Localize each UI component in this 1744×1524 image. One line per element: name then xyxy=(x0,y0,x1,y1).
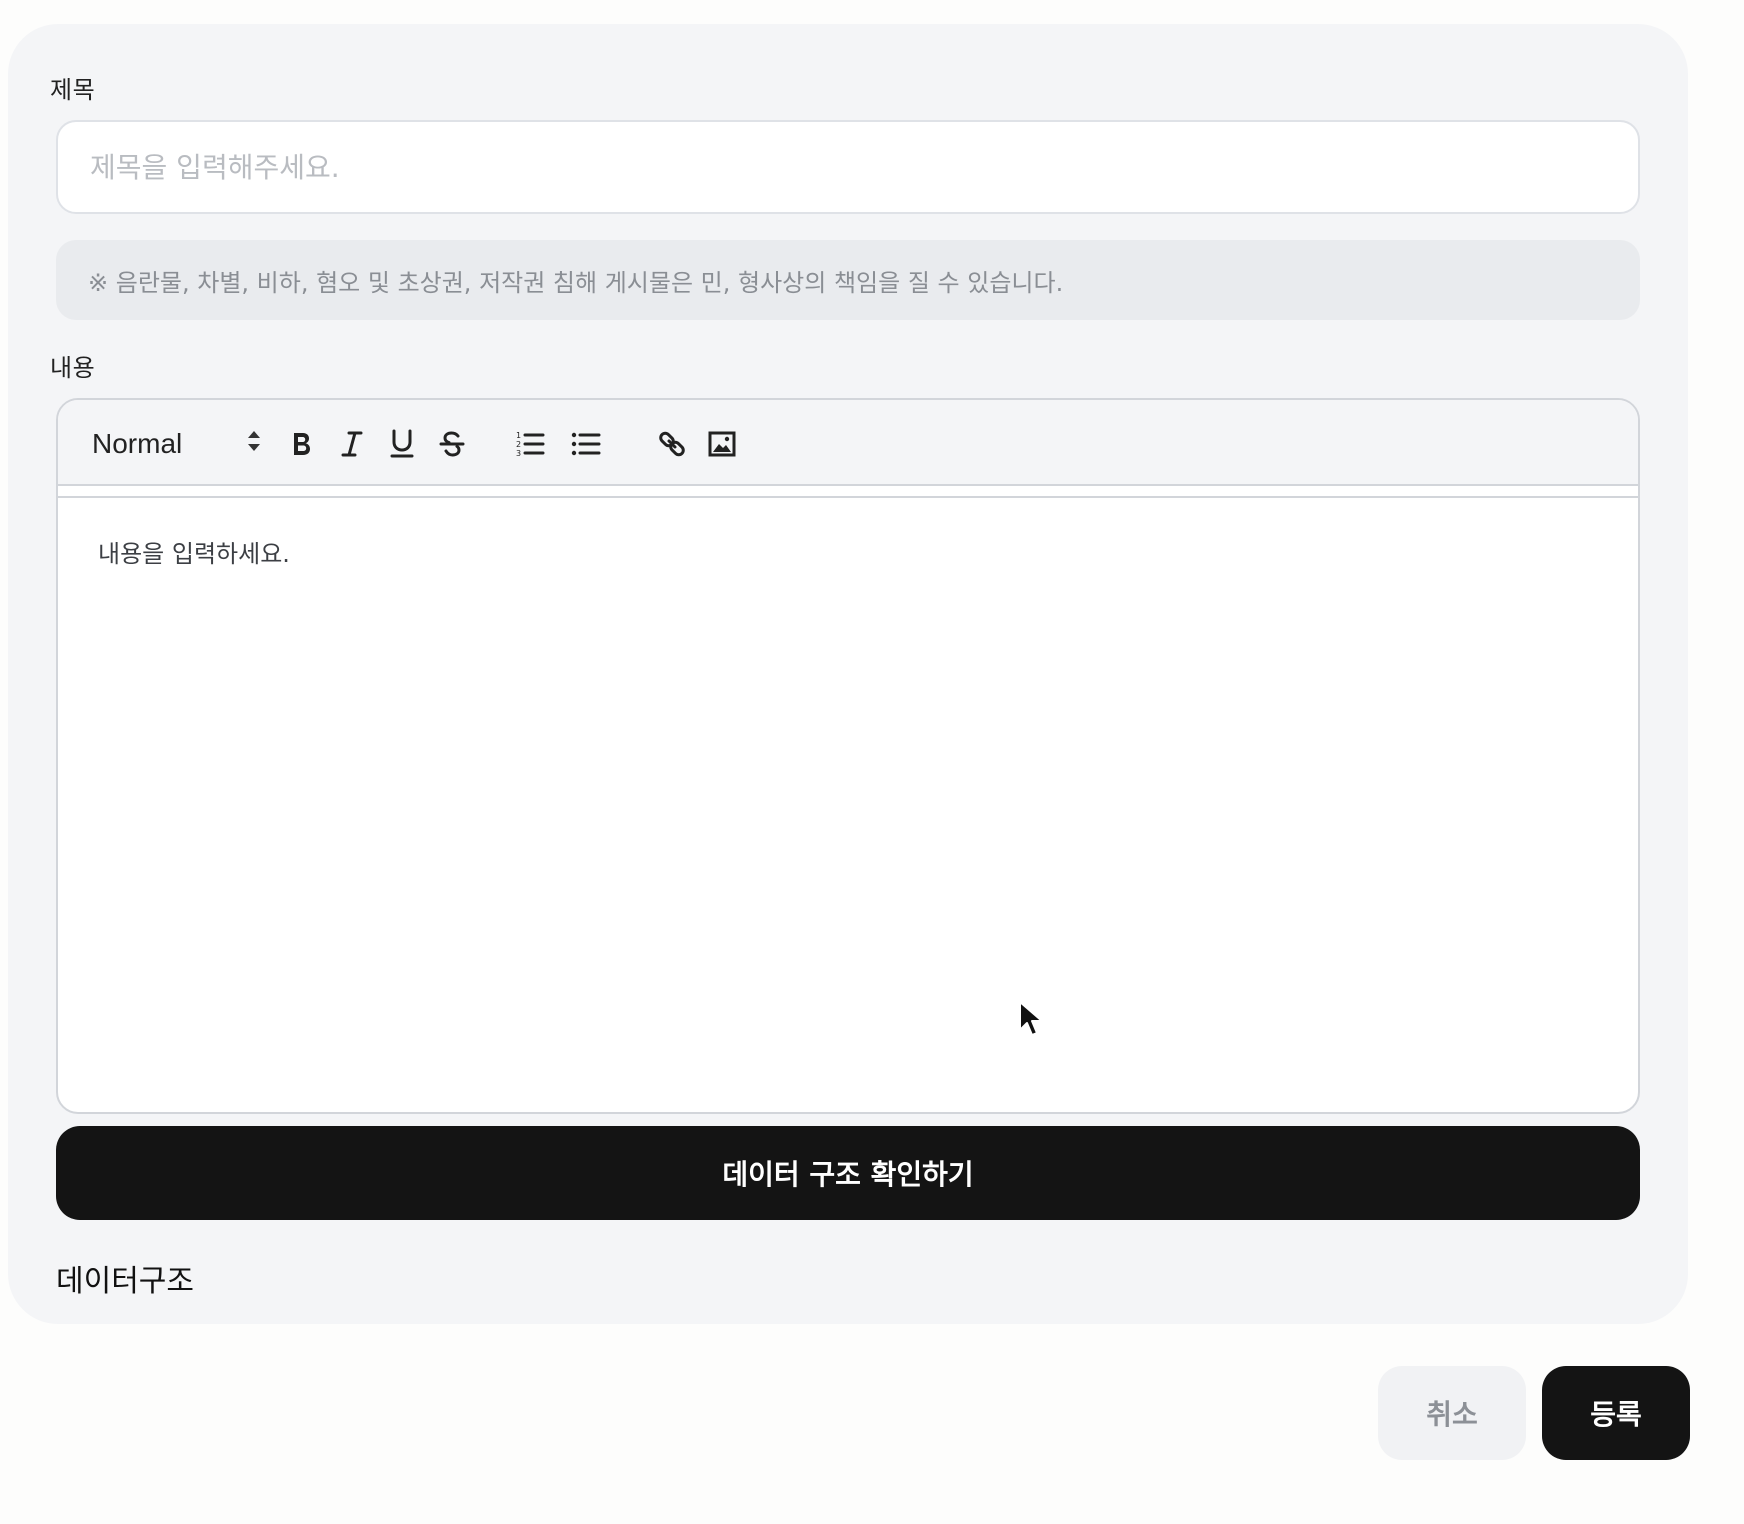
form-card: 제목 ※ 음란물, 차별, 비하, 혐오 및 초상권, 저작권 침해 게시물은 … xyxy=(8,24,1688,1324)
link-icon xyxy=(657,429,687,459)
title-label: 제목 xyxy=(50,76,96,104)
strike-icon xyxy=(438,430,466,458)
bullet-list-icon xyxy=(571,430,601,458)
image-icon xyxy=(708,431,736,457)
strike-button[interactable] xyxy=(432,424,472,464)
format-select[interactable]: Normal xyxy=(92,424,262,464)
check-data-structure-button[interactable]: 데이터 구조 확인하기 xyxy=(56,1126,1640,1220)
editor-placeholder: 내용을 입력하세요. xyxy=(98,540,290,568)
editor-toolbar: Normal 1 2 3 xyxy=(58,400,1638,486)
updown-arrows-icon xyxy=(246,428,262,460)
rich-text-editor: Normal 1 2 3 내용을 입력하세요. xyxy=(56,398,1640,1114)
content-label: 내용 xyxy=(50,354,96,382)
format-select-value: Normal xyxy=(92,428,183,459)
bold-icon xyxy=(289,430,315,458)
ordered-list-button[interactable]: 1 2 3 xyxy=(510,424,550,464)
underline-icon xyxy=(389,429,415,459)
ordered-list-icon: 1 2 3 xyxy=(515,430,545,458)
svg-text:1: 1 xyxy=(516,431,521,440)
notice-banner: ※ 음란물, 차별, 비하, 혐오 및 초상권, 저작권 침해 게시물은 민, … xyxy=(56,240,1640,320)
svg-text:2: 2 xyxy=(516,440,521,449)
link-button[interactable] xyxy=(652,424,692,464)
mouse-pointer-icon xyxy=(1018,1000,1046,1040)
submit-button[interactable]: 등록 xyxy=(1542,1366,1690,1460)
italic-button[interactable] xyxy=(332,424,372,464)
editor-content-area[interactable]: 내용을 입력하세요. xyxy=(58,496,1638,1112)
underline-button[interactable] xyxy=(382,424,422,464)
bold-button[interactable] xyxy=(282,424,322,464)
data-structure-heading: 데이터구조 xyxy=(56,1264,194,1299)
title-input[interactable] xyxy=(56,120,1640,214)
italic-icon xyxy=(339,430,365,458)
cancel-button[interactable]: 취소 xyxy=(1378,1366,1526,1460)
svg-text:3: 3 xyxy=(516,449,521,458)
bullet-list-button[interactable] xyxy=(566,424,606,464)
image-button[interactable] xyxy=(702,424,742,464)
